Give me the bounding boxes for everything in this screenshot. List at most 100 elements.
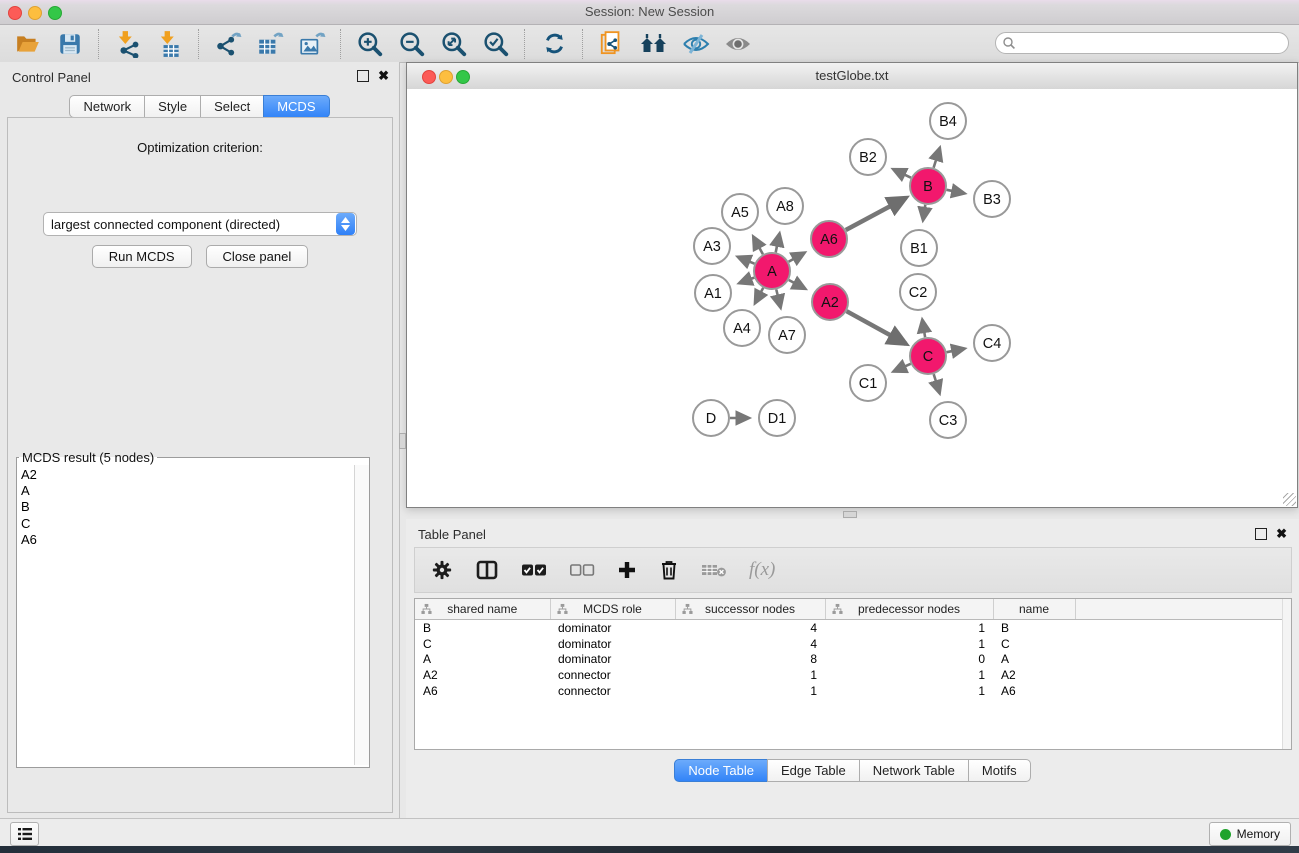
edge-A-A7[interactable] bbox=[776, 290, 780, 308]
cell[interactable]: 1 bbox=[675, 667, 825, 683]
edge-A-A1[interactable] bbox=[739, 278, 754, 284]
hide-selection-icon[interactable] bbox=[678, 28, 714, 60]
cell[interactable]: C bbox=[993, 636, 1075, 652]
edge-B-B2[interactable] bbox=[893, 169, 911, 178]
edge-A-A6[interactable] bbox=[789, 253, 805, 262]
column-header-predecessor-nodes[interactable]: predecessor nodes bbox=[825, 599, 993, 620]
mcds-list-scrollbar[interactable] bbox=[354, 465, 369, 765]
cell[interactable]: dominator bbox=[550, 651, 675, 667]
cell[interactable]: A6 bbox=[415, 683, 550, 699]
save-session-icon[interactable] bbox=[52, 28, 88, 60]
column-header-name[interactable]: name bbox=[993, 599, 1075, 620]
tab-node-table[interactable]: Node Table bbox=[674, 759, 768, 782]
mcds-result-item[interactable]: B bbox=[21, 499, 355, 515]
cell[interactable]: C bbox=[415, 636, 550, 652]
zoom-in-icon[interactable] bbox=[352, 28, 388, 60]
cell[interactable]: connector bbox=[550, 683, 675, 699]
table-row[interactable]: Cdominator41C bbox=[415, 636, 1291, 652]
tab-edge-table[interactable]: Edge Table bbox=[767, 759, 860, 782]
horizontal-splitter-handle[interactable] bbox=[843, 511, 857, 518]
import-network-icon[interactable] bbox=[110, 28, 146, 60]
cell[interactable]: A6 bbox=[993, 683, 1075, 699]
close-panel-icon[interactable]: ✖ bbox=[378, 71, 389, 81]
task-history-button[interactable] bbox=[10, 822, 39, 846]
zoom-selected-icon[interactable] bbox=[478, 28, 514, 60]
close-table-panel-icon[interactable]: ✖ bbox=[1276, 529, 1287, 539]
cell[interactable]: 8 bbox=[675, 651, 825, 667]
mcds-result-item[interactable]: A6 bbox=[21, 532, 355, 548]
cell[interactable]: 1 bbox=[825, 667, 993, 683]
search-field[interactable] bbox=[995, 32, 1289, 54]
cell[interactable]: B bbox=[415, 620, 550, 636]
delete-table-icon[interactable] bbox=[701, 562, 727, 578]
close-panel-button[interactable]: Close panel bbox=[206, 245, 309, 268]
mcds-result-item[interactable]: C bbox=[21, 516, 355, 532]
table-row[interactable]: A6connector11A6 bbox=[415, 683, 1291, 699]
cell[interactable]: 0 bbox=[825, 651, 993, 667]
zoom-fit-icon[interactable] bbox=[436, 28, 472, 60]
edge-A-A4[interactable] bbox=[755, 288, 763, 303]
window-resize-grip[interactable] bbox=[1283, 493, 1296, 506]
delete-columns-icon[interactable] bbox=[659, 559, 679, 581]
edge-A-A2[interactable] bbox=[789, 280, 806, 289]
cell[interactable]: A2 bbox=[993, 667, 1075, 683]
select-all-columns-icon[interactable] bbox=[521, 563, 547, 577]
open-session-icon[interactable] bbox=[10, 28, 46, 60]
tab-style[interactable]: Style bbox=[144, 95, 201, 118]
edge-C-C1[interactable] bbox=[894, 364, 911, 372]
table-settings-icon[interactable] bbox=[431, 559, 453, 581]
import-table-icon[interactable] bbox=[152, 28, 188, 60]
search-input[interactable] bbox=[1016, 34, 1288, 52]
network-window-titlebar[interactable]: testGlobe.txt bbox=[407, 63, 1297, 90]
tab-network[interactable]: Network bbox=[69, 95, 145, 118]
cell[interactable]: A2 bbox=[415, 667, 550, 683]
optimization-criterion-dropdown[interactable]: largest connected component (directed) bbox=[43, 212, 357, 236]
cell[interactable]: dominator bbox=[550, 636, 675, 652]
network-graph[interactable]: B4B2BB3A8A5A6A3B1AC2A1A2A4A7C4CC1DD1C3 bbox=[407, 89, 1297, 507]
cell[interactable]: 1 bbox=[825, 620, 993, 636]
add-column-icon[interactable] bbox=[617, 560, 637, 580]
float-table-panel-icon[interactable] bbox=[1255, 528, 1267, 540]
table-scrollbar[interactable] bbox=[1282, 599, 1291, 749]
cell[interactable]: 1 bbox=[675, 683, 825, 699]
export-network-icon[interactable] bbox=[210, 28, 246, 60]
cell[interactable]: A bbox=[415, 651, 550, 667]
cell[interactable]: 1 bbox=[825, 683, 993, 699]
column-header-shared-name[interactable]: shared name bbox=[415, 599, 550, 620]
edge-C-C2[interactable] bbox=[922, 320, 925, 338]
cell[interactable]: 1 bbox=[825, 636, 993, 652]
edge-B-B4[interactable] bbox=[934, 148, 940, 168]
table-row[interactable]: Bdominator41B bbox=[415, 620, 1291, 636]
tab-select[interactable]: Select bbox=[200, 95, 264, 118]
edge-A6-B[interactable] bbox=[846, 198, 906, 230]
cell[interactable]: B bbox=[993, 620, 1075, 636]
edge-C-C4[interactable] bbox=[947, 349, 965, 353]
cell[interactable]: 4 bbox=[675, 636, 825, 652]
cell[interactable]: 4 bbox=[675, 620, 825, 636]
first-neighbors-icon[interactable] bbox=[636, 28, 672, 60]
edge-A-A3[interactable] bbox=[738, 257, 755, 264]
function-builder-icon[interactable]: f(x) bbox=[749, 559, 775, 581]
mcds-result-item[interactable]: A bbox=[21, 483, 355, 499]
export-image-icon[interactable] bbox=[294, 28, 330, 60]
mcds-result-item[interactable]: A2 bbox=[21, 467, 355, 483]
run-mcds-button[interactable]: Run MCDS bbox=[92, 245, 192, 268]
vertical-splitter-handle[interactable] bbox=[399, 433, 406, 449]
edge-B-B3[interactable] bbox=[947, 190, 965, 194]
table-row[interactable]: A2connector11A2 bbox=[415, 667, 1291, 683]
tab-network-table[interactable]: Network Table bbox=[859, 759, 969, 782]
memory-button[interactable]: Memory bbox=[1209, 822, 1291, 846]
new-network-from-selection-icon[interactable] bbox=[594, 28, 630, 60]
edge-A2-C[interactable] bbox=[847, 311, 907, 344]
edge-A-A8[interactable] bbox=[776, 234, 780, 253]
edge-B-B1[interactable] bbox=[923, 205, 925, 221]
show-columns-icon[interactable] bbox=[475, 559, 499, 581]
column-header-MCDS-role[interactable]: MCDS role bbox=[550, 599, 675, 620]
cell[interactable]: connector bbox=[550, 667, 675, 683]
show-all-icon[interactable] bbox=[720, 28, 756, 60]
zoom-out-icon[interactable] bbox=[394, 28, 430, 60]
tab-motifs[interactable]: Motifs bbox=[968, 759, 1031, 782]
tab-mcds[interactable]: MCDS bbox=[263, 95, 329, 118]
refresh-layout-icon[interactable] bbox=[536, 28, 572, 60]
table-header-row[interactable]: shared nameMCDS rolesuccessor nodesprede… bbox=[415, 599, 1291, 620]
